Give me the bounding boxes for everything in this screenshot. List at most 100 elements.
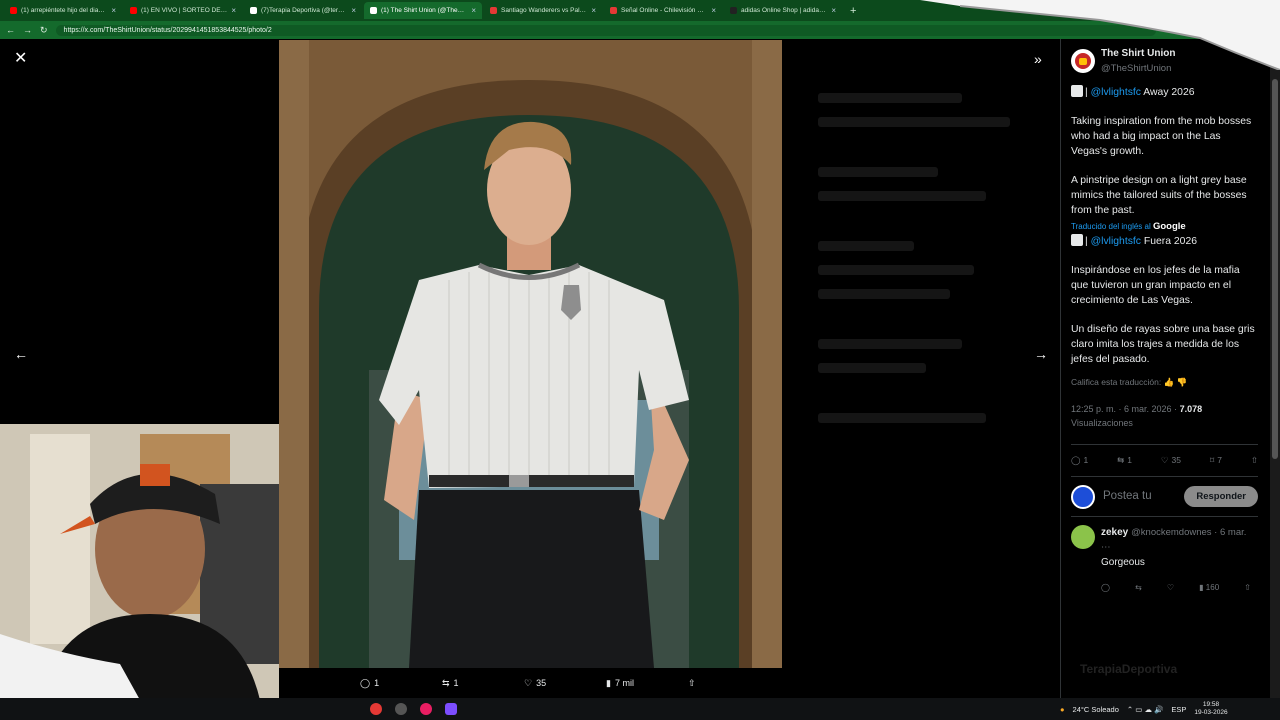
comment-author-name[interactable]: zekey — [1101, 527, 1128, 538]
photo-share-button[interactable]: ⇧ — [688, 678, 696, 689]
share-icon[interactable]: ⇧ — [1244, 580, 1251, 595]
close-icon[interactable]: ✕ — [14, 51, 27, 67]
mention-link[interactable]: @lvlightsfc — [1091, 236, 1141, 247]
reply-button[interactable]: ◯ 1 — [1071, 453, 1088, 468]
obs-icon[interactable] — [395, 703, 407, 715]
more-options-icon[interactable]: ⋯ — [1101, 542, 1111, 553]
like-button[interactable]: ♡ 35 — [1161, 453, 1181, 468]
photo-reply-button[interactable]: ◯ 1 — [360, 678, 379, 689]
author-name[interactable]: The Shirt Union — [1101, 46, 1175, 61]
share-icon: ⇧ — [688, 677, 696, 688]
weather-widget[interactable]: 24°C Soleado — [1073, 705, 1119, 714]
share-button[interactable]: ⇧ — [1251, 453, 1258, 468]
app-icon[interactable] — [445, 703, 457, 715]
chart-icon: ▮ — [1199, 583, 1204, 592]
close-tab-icon[interactable]: × — [351, 6, 356, 15]
forward-icon[interactable]: → — [23, 25, 32, 35]
reply-icon[interactable]: ◯ — [1101, 580, 1110, 595]
scrollbar-thumb[interactable] — [1272, 79, 1278, 459]
heart-icon: ♡ — [524, 677, 533, 688]
white-square-emoji — [1071, 234, 1083, 246]
mention-link[interactable]: @lvlightsfc — [1091, 87, 1141, 98]
tray-icons[interactable]: ⌃ ▭ ☁ 🔊 — [1127, 705, 1163, 714]
repost-icon: ⇆ — [442, 677, 450, 688]
close-tab-icon[interactable]: × — [111, 6, 116, 15]
bookmark-icon: ⌑ — [1209, 455, 1215, 465]
youtube-icon — [130, 7, 137, 14]
sun-icon: ● — [1060, 704, 1065, 714]
browser-tab[interactable]: (1) EN VIVO | SORTEO DE LA FASE× — [124, 2, 242, 19]
close-tab-icon[interactable]: × — [591, 6, 596, 15]
photo-views-button[interactable]: ▮ 7 mil — [606, 678, 634, 689]
browser-tab[interactable]: (1) arrepiéntete hijo del diablo - Y× — [4, 2, 122, 19]
heart-icon[interactable]: ♡ — [1167, 580, 1174, 595]
avatar[interactable] — [1071, 525, 1095, 549]
repost-icon[interactable]: ⇆ — [1135, 580, 1142, 595]
youtube-icon — [10, 7, 17, 14]
dimmed-timeline — [800, 79, 1040, 679]
tweet-panel: The Shirt Union @TheShirtUnion | @lvligh… — [1060, 39, 1268, 698]
jersey-model-image — [279, 40, 782, 668]
thumbs-down-icon[interactable]: 👎 — [1177, 377, 1188, 387]
reload-icon[interactable]: ↻ — [40, 25, 48, 36]
white-square-emoji — [1071, 85, 1083, 97]
tweet-author[interactable]: The Shirt Union @TheShirtUnion — [1071, 47, 1258, 75]
clock[interactable]: 19:58 19-03-2026 — [1194, 701, 1227, 717]
close-tab-icon[interactable]: × — [231, 6, 236, 15]
close-tab-icon[interactable]: × — [711, 6, 716, 15]
photo-like-button[interactable]: ♡ 35 — [524, 678, 546, 689]
adidas-icon — [730, 7, 737, 14]
webcam-overlay — [0, 424, 279, 700]
google-logo: Google — [1152, 221, 1186, 232]
x-icon — [250, 7, 257, 14]
thumbs-up-icon[interactable]: 👍 — [1164, 377, 1175, 387]
comment-handle: @knockemdownes · 6 mar. — [1131, 527, 1247, 538]
system-tray: ● 24°C Soleado ⌃ ▭ ☁ 🔊 ESP 19:58 19-03-20… — [1060, 698, 1228, 720]
translation-note: Traducido del inglés al Google — [1071, 221, 1186, 232]
repost-button[interactable]: ⇆ 1 — [1117, 453, 1132, 468]
next-photo-button[interactable]: → — [1034, 347, 1048, 361]
author-handle[interactable]: @TheShirtUnion — [1101, 61, 1175, 76]
chrome-icon[interactable] — [370, 703, 382, 715]
reply-composer: Postea tu Responder — [1071, 477, 1258, 517]
streamer-webcam-image — [0, 424, 279, 700]
site-icon — [610, 7, 617, 14]
browser-tab[interactable]: Señal Online - Chilevisión Deport × — [604, 2, 722, 19]
reply-comment[interactable]: zekey @knockemdownes · 6 mar. ⋯ Gorgeous — [1071, 517, 1258, 570]
site-icon — [490, 7, 497, 14]
repost-icon: ⇆ — [1117, 455, 1125, 465]
translated-paragraph: Un diseño de rayas sobre una base gris c… — [1071, 324, 1255, 365]
close-tab-icon[interactable]: × — [831, 6, 836, 15]
browser-tab-bar: (1) arrepiéntete hijo del diablo - Y× (1… — [0, 0, 1280, 21]
browser-tab[interactable]: adidas Online Shop | adidas CL × — [724, 2, 842, 19]
reply-submit-button[interactable]: Responder — [1184, 486, 1258, 507]
photo-repost-button[interactable]: ⇆ 1 — [442, 678, 459, 689]
comment-text: Gorgeous — [1101, 557, 1145, 568]
shirt-logo-icon — [1075, 53, 1091, 69]
views-button[interactable]: ▮ 160 — [1199, 580, 1219, 595]
new-tab-button[interactable]: + — [844, 5, 862, 17]
app-icon[interactable] — [420, 703, 432, 715]
tweet-line-1: | @lvlightsfc Away 2026 — [1071, 85, 1258, 100]
avatar[interactable] — [1071, 49, 1095, 73]
x-icon — [370, 7, 377, 14]
heart-icon: ♡ — [1160, 455, 1169, 465]
address-bar: ← → ↻ https://x.com/TheShirtUnion/status… — [0, 21, 1280, 39]
browser-tab-active[interactable]: (1) The Shirt Union (@TheShirtUn× — [364, 2, 482, 19]
page-scrollbar[interactable] — [1270, 39, 1280, 698]
previous-photo-button[interactable]: ← — [14, 347, 28, 361]
tweet-photo — [279, 40, 782, 668]
browser-tab[interactable]: (7)Terapia Deportiva (@terapiade× — [244, 2, 362, 19]
back-icon[interactable]: ← — [6, 25, 15, 35]
browser-tab[interactable]: Santiago Wanderers vs Palmeiras× — [484, 2, 602, 19]
share-icon: ⇧ — [1250, 455, 1258, 465]
url-field[interactable]: https://x.com/TheShirtUnion/status/20299… — [55, 24, 1156, 36]
language-indicator[interactable]: ESP — [1171, 705, 1186, 714]
translated-paragraph: Inspirándose en los jefes de la mafia qu… — [1071, 265, 1240, 306]
reply-input[interactable]: Postea tu — [1103, 489, 1176, 504]
tweet-paragraph: Taking inspiration from the mob bosses w… — [1071, 116, 1252, 157]
bookmark-button[interactable]: ⌑ 7 — [1210, 453, 1222, 468]
chart-icon: ▮ — [606, 677, 611, 688]
close-tab-icon[interactable]: × — [471, 6, 476, 15]
expand-panel-icon[interactable]: » — [1034, 52, 1042, 66]
